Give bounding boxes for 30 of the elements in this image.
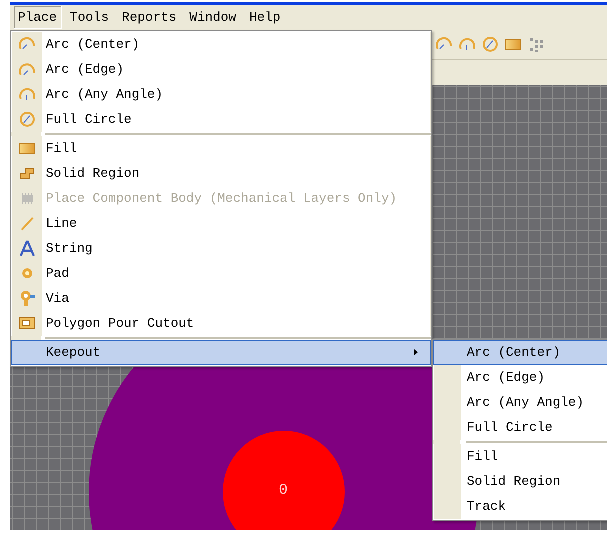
letter-icon	[18, 240, 36, 257]
menu-item[interactable]: Reports	[118, 6, 182, 29]
submenu-item[interactable]: Keepout	[11, 340, 431, 365]
menu-item[interactable]: Arc (Edge)	[11, 57, 431, 82]
menu-item[interactable]: Arc (Center)	[433, 340, 607, 365]
line-icon	[18, 215, 36, 232]
menu-item[interactable]: Arc (Any Angle)	[11, 82, 431, 107]
menu-item[interactable]: Pad	[11, 261, 431, 286]
circle-icon	[18, 111, 36, 128]
menu-item[interactable]: Solid Region	[11, 161, 431, 186]
pad-label: 0	[279, 481, 288, 501]
grid-icon	[528, 36, 545, 53]
menu-item[interactable]: Help	[245, 6, 286, 29]
menu-item[interactable]: Tools	[66, 6, 114, 29]
menu-item[interactable]: Via	[11, 286, 431, 311]
cutout-icon	[18, 315, 36, 332]
menu-item[interactable]: Full Circle	[11, 107, 431, 132]
menu-item[interactable]: Polygon Pour Cutout	[11, 311, 431, 336]
menu-item[interactable]: Place	[14, 6, 62, 29]
menu-item[interactable]: Line	[11, 211, 431, 236]
menu-item[interactable]: Fill	[11, 136, 431, 161]
arc-icon	[18, 61, 36, 78]
arc-icon	[18, 86, 36, 103]
menu-item[interactable]: Window	[186, 6, 242, 29]
submenu-arrow-icon	[414, 349, 418, 356]
via-icon	[18, 290, 36, 307]
menu-item[interactable]: Arc (Center)	[11, 32, 431, 57]
arc-icon	[459, 36, 476, 53]
menu-item[interactable]: String	[11, 236, 431, 261]
circle-icon	[482, 36, 499, 53]
